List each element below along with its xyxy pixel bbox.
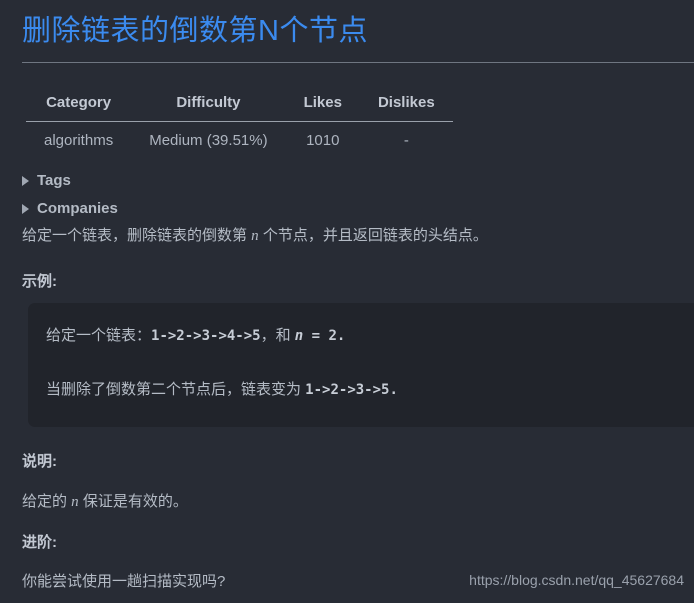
note-variable: n	[71, 494, 79, 510]
example-label: 示例:	[22, 273, 57, 290]
collapsible-companies[interactable]: Companies	[22, 200, 118, 217]
page-title: 删除链表的倒数第N个节点	[22, 15, 368, 47]
example-line2-code1: 1->2->3->5.	[305, 382, 398, 398]
column-header-dislikes: Dislikes	[359, 88, 453, 122]
table-row: algorithms Medium (39.51%) 1010 -	[26, 122, 453, 158]
collapsible-tags-label: Tags	[37, 172, 71, 189]
cell-category: algorithms	[44, 132, 114, 149]
example-code-block: 给定一个链表：1->2->3->4->5，和 n = 2. 当删除了倒数第二个节…	[28, 303, 694, 427]
table-header-row: Category Difficulty Likes Dislikes	[26, 88, 453, 122]
advanced-text: 你能尝试使用一趟扫描实现吗?	[22, 573, 226, 590]
problem-meta-table: Category Difficulty Likes Dislikes algor…	[26, 88, 453, 157]
cell-likes: 1010	[306, 132, 340, 149]
example-code-line-1: 给定一个链表：1->2->3->4->5，和 n = 2.	[46, 325, 694, 347]
example-line1-text-before: 给定一个链表：	[46, 327, 152, 344]
note-part1: 给定的	[22, 493, 72, 510]
column-header-difficulty: Difficulty	[131, 88, 286, 122]
note-label: 说明:	[22, 453, 57, 470]
example-line1-variable: n	[294, 328, 304, 344]
example-line2-text-before: 当删除了倒数第二个节点后，链表变为	[46, 381, 306, 398]
triangle-right-icon	[22, 203, 29, 214]
column-header-category: Category	[26, 88, 132, 122]
description-variable: n	[251, 228, 259, 244]
example-line1-text-middle: ，和	[260, 327, 295, 344]
collapsible-companies-label: Companies	[37, 200, 118, 217]
description-part2: 个节点，并且返回链表的头结点。	[258, 227, 488, 244]
cell-difficulty: Medium (39.51%)	[149, 132, 268, 149]
triangle-right-icon	[22, 175, 29, 186]
title-divider	[22, 62, 694, 63]
description-part1: 给定一个链表，删除链表的倒数第	[22, 227, 252, 244]
problem-description: 给定一个链表，删除链表的倒数第 n 个节点，并且返回链表的头结点。	[22, 224, 488, 248]
problem-page: 删除链表的倒数第N个节点 Category Difficulty Likes D…	[0, 0, 694, 603]
collapsible-tags[interactable]: Tags	[22, 172, 71, 189]
advanced-label: 进阶:	[22, 534, 57, 551]
note-part2: 保证是有效的。	[78, 493, 188, 510]
example-line1-code2: = 2.	[303, 328, 346, 344]
column-header-likes: Likes	[285, 88, 360, 122]
note-text: 给定的 n 保证是有效的。	[22, 490, 188, 514]
watermark-url: https://blog.csdn.net/qq_45627684	[469, 572, 684, 588]
cell-dislikes: -	[403, 132, 409, 149]
example-code-line-2: 当删除了倒数第二个节点后，链表变为 1->2->3->5.	[46, 379, 694, 401]
example-line1-code1: 1->2->3->4->5	[151, 328, 261, 344]
